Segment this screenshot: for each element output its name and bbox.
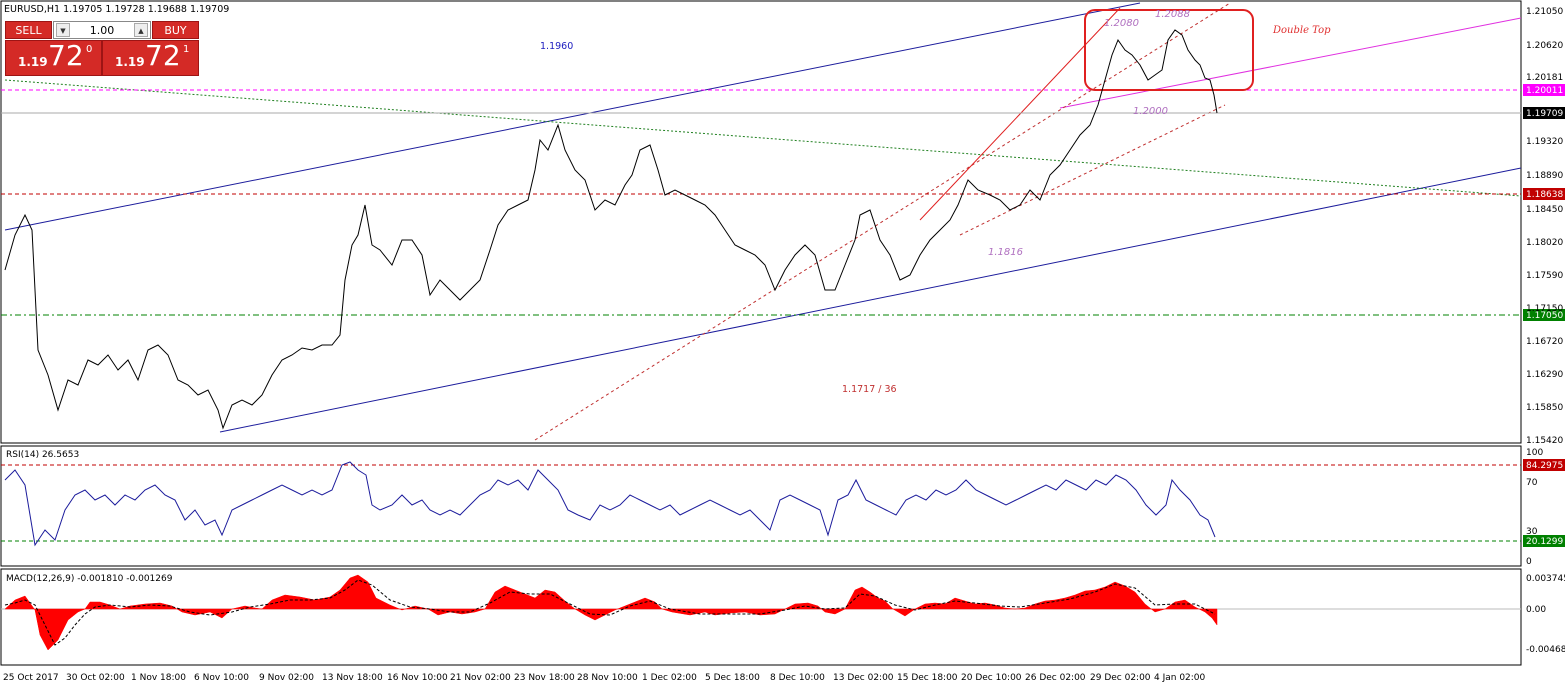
price-tick: 1.19320 (1526, 137, 1563, 147)
annotation-2000[interactable]: 1.2000 (1133, 106, 1168, 117)
time-tick: 1 Dec 02:00 (642, 673, 697, 683)
price-tick: 1.18890 (1526, 171, 1563, 181)
annotation-2080[interactable]: 1.2080 (1104, 18, 1139, 29)
price-tick: 1.20181 (1526, 73, 1563, 83)
price-tick: 1.16720 (1526, 337, 1563, 347)
rsi-frame (0, 445, 1522, 567)
rsi-level-label: 84.2975 (1526, 461, 1563, 471)
time-tick: 20 Dec 10:00 (961, 673, 1022, 683)
buy-button[interactable]: BUY (152, 21, 199, 39)
lot-increase-icon[interactable]: ▲ (134, 23, 148, 37)
price-tick: 1.18450 (1526, 205, 1563, 215)
time-tick: 6 Nov 10:00 (194, 673, 249, 683)
price-tick: 1.15420 (1526, 436, 1563, 446)
time-tick: 21 Nov 02:00 (450, 673, 511, 683)
time-tick: 25 Oct 2017 (3, 673, 59, 683)
annotation-double-top[interactable]: Double Top (1272, 25, 1331, 36)
rsi-tick: 100 (1526, 448, 1543, 458)
macd-tick: 0.00 (1526, 605, 1546, 615)
time-tick: 4 Jan 02:00 (1154, 673, 1206, 683)
time-tick: 13 Nov 18:00 (322, 673, 383, 683)
current-price-label: 1.19709 (1526, 109, 1563, 119)
buy-price-sup: 1 (183, 44, 190, 55)
main-chart-frame (0, 0, 1522, 444)
buy-price-button[interactable]: 1.19 72 1 (102, 39, 199, 76)
sell-button[interactable]: SELL (5, 21, 52, 39)
time-tick: 26 Dec 02:00 (1025, 673, 1086, 683)
price-level-label: 1.17050 (1526, 311, 1563, 321)
time-tick: 23 Nov 18:00 (514, 673, 575, 683)
time-tick: 13 Dec 02:00 (833, 673, 894, 683)
sell-price-button[interactable]: 1.19 72 0 (5, 39, 102, 76)
time-tick: 5 Dec 18:00 (705, 673, 760, 683)
time-tick: 16 Nov 10:00 (387, 673, 448, 683)
macd-frame (0, 568, 1522, 666)
macd-title: MACD(12,26,9) -0.001810 -0.001269 (6, 574, 173, 584)
time-tick: 1 Nov 18:00 (131, 673, 186, 683)
time-tick: 15 Dec 18:00 (897, 673, 958, 683)
rsi-tick: 70 (1526, 478, 1538, 488)
time-tick: 28 Nov 10:00 (577, 673, 638, 683)
time-tick: 8 Dec 10:00 (770, 673, 825, 683)
annotation-1717-36[interactable]: 1.1717 / 36 (842, 384, 897, 395)
sell-price-sup: 0 (86, 44, 93, 55)
price-tick: 1.17590 (1526, 271, 1563, 281)
macd-tick: 0.003745 (1526, 574, 1565, 584)
symbol-info-line: EURUSD,H1 1.19705 1.19728 1.19688 1.1970… (4, 4, 230, 15)
one-click-trading-panel: SELL ▼ 1.00 ▲ BUY 1.19 72 0 1.19 72 1 (5, 21, 199, 76)
annotation-1816[interactable]: 1.1816 (988, 247, 1023, 258)
time-tick: 9 Nov 02:00 (259, 673, 314, 683)
rsi-level-label: 20.1299 (1526, 537, 1563, 547)
sell-price-prefix: 1.19 (18, 55, 48, 69)
time-tick: 30 Oct 02:00 (66, 673, 125, 683)
price-level-label: 1.20011 (1526, 86, 1563, 96)
lot-decrease-icon[interactable]: ▼ (56, 23, 70, 37)
price-tick: 1.20620 (1526, 41, 1563, 51)
price-level-label: 1.18638 (1526, 190, 1563, 200)
price-tick: 1.16290 (1526, 370, 1563, 380)
annotation-1960[interactable]: 1.1960 (540, 41, 573, 52)
buy-price-prefix: 1.19 (115, 55, 145, 69)
macd-tick: -0.004682 (1526, 645, 1565, 655)
trading-chart[interactable]: 1.21050 1.20620 1.20181 1.19320 1.18890 … (0, 0, 1565, 688)
lot-size-field[interactable]: ▼ 1.00 ▲ (53, 21, 151, 39)
rsi-tick: 30 (1526, 527, 1538, 537)
rsi-title: RSI(14) 26.5653 (6, 450, 79, 460)
price-tick: 1.15850 (1526, 403, 1563, 413)
price-tick: 1.18020 (1526, 238, 1563, 248)
lot-size-value[interactable]: 1.00 (74, 23, 130, 38)
rsi-tick: 0 (1526, 557, 1532, 567)
annotation-2088[interactable]: 1.2088 (1155, 9, 1190, 20)
time-tick: 29 Dec 02:00 (1090, 673, 1151, 683)
buy-price-big: 72 (145, 39, 181, 72)
sell-price-big: 72 (48, 39, 84, 72)
price-tick: 1.21050 (1526, 7, 1563, 17)
